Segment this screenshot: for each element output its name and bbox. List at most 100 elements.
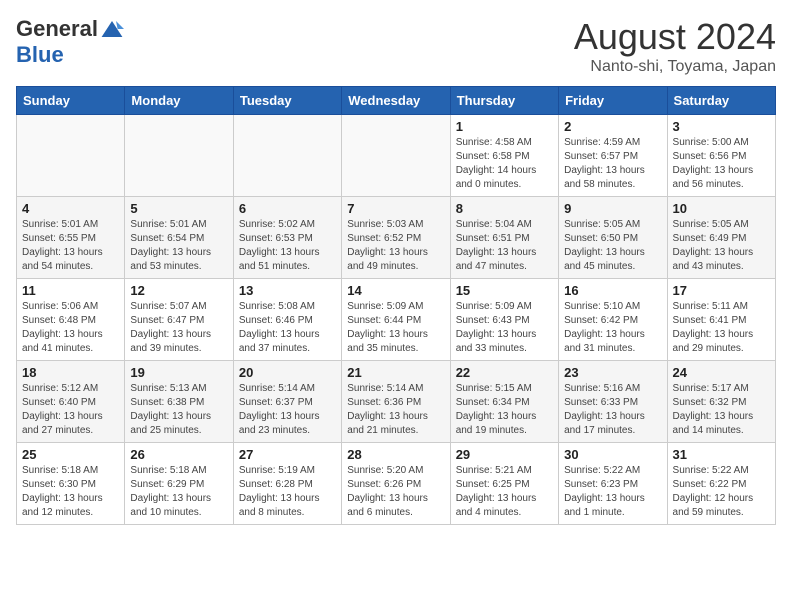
calendar-cell: 3 Sunrise: 5:00 AM Sunset: 6:56 PM Daylig…	[667, 115, 775, 197]
calendar-cell: 27Sunrise: 5:19 AM Sunset: 6:28 PM Dayli…	[233, 443, 341, 525]
calendar-cell: 9 Sunrise: 5:05 AM Sunset: 6:50 PM Daylig…	[559, 197, 667, 279]
day-detail: Sunrise: 5:04 AM Sunset: 6:51 PM Dayligh…	[456, 218, 553, 274]
weekday-header-saturday: Saturday	[667, 87, 775, 115]
day-number: 22	[456, 365, 553, 380]
day-detail: Sunrise: 5:03 AM Sunset: 6:52 PM Dayligh…	[347, 218, 444, 274]
calendar-week-row: 25 Sunrise: 5:18 AM Sunset: 6:30 PM Dayli…	[17, 443, 776, 525]
day-detail: Sunrise: 5:15 AM Sunset: 6:34 PM Dayligh…	[456, 382, 553, 438]
day-detail: Sunrise: 5:20 AM Sunset: 6:26 PM Dayligh…	[347, 464, 444, 520]
calendar-cell: 24 Sunrise: 5:17 AM Sunset: 6:32 PM Dayli…	[667, 361, 775, 443]
header: General Blue August 2024 Nanto-shi, Toya…	[16, 16, 776, 76]
day-number: 16	[564, 283, 661, 298]
logo-icon	[100, 17, 124, 41]
calendar-week-row: 4 Sunrise: 5:01 AM Sunset: 6:55 PM Daylig…	[17, 197, 776, 279]
day-detail: Sunrise: 5:09 AM Sunset: 6:43 PM Dayligh…	[456, 300, 553, 356]
day-number: 11	[22, 283, 119, 298]
day-number: 24	[673, 365, 770, 380]
calendar-cell: 4 Sunrise: 5:01 AM Sunset: 6:55 PM Daylig…	[17, 197, 125, 279]
calendar-cell: 26Sunrise: 5:18 AM Sunset: 6:29 PM Dayli…	[125, 443, 233, 525]
day-detail: Sunrise: 5:06 AM Sunset: 6:48 PM Dayligh…	[22, 300, 119, 356]
day-detail: Sunrise: 5:09 AM Sunset: 6:44 PM Dayligh…	[347, 300, 444, 356]
calendar-cell: 29 Sunrise: 5:21 AM Sunset: 6:25 PM Dayli…	[450, 443, 558, 525]
day-detail: Sunrise: 5:00 AM Sunset: 6:56 PM Dayligh…	[673, 136, 770, 192]
day-detail: Sunrise: 5:08 AM Sunset: 6:46 PM Dayligh…	[239, 300, 336, 356]
calendar-cell: 30Sunrise: 5:22 AM Sunset: 6:23 PM Dayli…	[559, 443, 667, 525]
logo-blue-text: Blue	[16, 42, 64, 67]
calendar-cell: 2 Sunrise: 4:59 AM Sunset: 6:57 PM Daylig…	[559, 115, 667, 197]
day-detail: Sunrise: 5:01 AM Sunset: 6:54 PM Dayligh…	[130, 218, 227, 274]
day-detail: Sunrise: 4:59 AM Sunset: 6:57 PM Dayligh…	[564, 136, 661, 192]
day-number: 5	[130, 201, 227, 216]
calendar-cell: 16Sunrise: 5:10 AM Sunset: 6:42 PM Dayli…	[559, 279, 667, 361]
calendar-cell	[125, 115, 233, 197]
day-detail: Sunrise: 5:05 AM Sunset: 6:49 PM Dayligh…	[673, 218, 770, 274]
day-number: 9	[564, 201, 661, 216]
day-detail: Sunrise: 5:16 AM Sunset: 6:33 PM Dayligh…	[564, 382, 661, 438]
calendar-cell: 18Sunrise: 5:12 AM Sunset: 6:40 PM Dayli…	[17, 361, 125, 443]
day-number: 28	[347, 447, 444, 462]
calendar-cell: 5 Sunrise: 5:01 AM Sunset: 6:54 PM Daylig…	[125, 197, 233, 279]
day-number: 17	[673, 283, 770, 298]
calendar-cell: 1 Sunrise: 4:58 AM Sunset: 6:58 PM Daylig…	[450, 115, 558, 197]
calendar-cell: 11 Sunrise: 5:06 AM Sunset: 6:48 PM Dayli…	[17, 279, 125, 361]
calendar-cell: 10 Sunrise: 5:05 AM Sunset: 6:49 PM Dayli…	[667, 197, 775, 279]
day-detail: Sunrise: 5:05 AM Sunset: 6:50 PM Dayligh…	[564, 218, 661, 274]
calendar-cell: 13 Sunrise: 5:08 AM Sunset: 6:46 PM Dayli…	[233, 279, 341, 361]
day-detail: Sunrise: 5:01 AM Sunset: 6:55 PM Dayligh…	[22, 218, 119, 274]
day-number: 19	[130, 365, 227, 380]
day-number: 3	[673, 119, 770, 134]
calendar-cell: 12 Sunrise: 5:07 AM Sunset: 6:47 PM Dayli…	[125, 279, 233, 361]
day-number: 8	[456, 201, 553, 216]
day-number: 21	[347, 365, 444, 380]
calendar-cell: 7 Sunrise: 5:03 AM Sunset: 6:52 PM Daylig…	[342, 197, 450, 279]
calendar-cell	[233, 115, 341, 197]
calendar-cell: 17 Sunrise: 5:11 AM Sunset: 6:41 PM Dayli…	[667, 279, 775, 361]
day-detail: Sunrise: 5:18 AM Sunset: 6:30 PM Dayligh…	[22, 464, 119, 520]
calendar-cell: 20 Sunrise: 5:14 AM Sunset: 6:37 PM Dayli…	[233, 361, 341, 443]
day-detail: Sunrise: 5:21 AM Sunset: 6:25 PM Dayligh…	[456, 464, 553, 520]
calendar-cell: 15 Sunrise: 5:09 AM Sunset: 6:43 PM Dayli…	[450, 279, 558, 361]
calendar-cell: 23 Sunrise: 5:16 AM Sunset: 6:33 PM Dayli…	[559, 361, 667, 443]
weekday-header-sunday: Sunday	[17, 87, 125, 115]
day-number: 1	[456, 119, 553, 134]
day-detail: Sunrise: 5:14 AM Sunset: 6:37 PM Dayligh…	[239, 382, 336, 438]
day-detail: Sunrise: 5:22 AM Sunset: 6:22 PM Dayligh…	[673, 464, 770, 520]
calendar-cell: 21 Sunrise: 5:14 AM Sunset: 6:36 PM Dayli…	[342, 361, 450, 443]
calendar-week-row: 11 Sunrise: 5:06 AM Sunset: 6:48 PM Dayli…	[17, 279, 776, 361]
calendar-week-row: 18Sunrise: 5:12 AM Sunset: 6:40 PM Dayli…	[17, 361, 776, 443]
day-detail: Sunrise: 5:11 AM Sunset: 6:41 PM Dayligh…	[673, 300, 770, 356]
day-detail: Sunrise: 5:17 AM Sunset: 6:32 PM Dayligh…	[673, 382, 770, 438]
day-number: 27	[239, 447, 336, 462]
calendar-cell	[342, 115, 450, 197]
day-number: 26	[130, 447, 227, 462]
weekday-header-thursday: Thursday	[450, 87, 558, 115]
day-detail: Sunrise: 4:58 AM Sunset: 6:58 PM Dayligh…	[456, 136, 553, 192]
day-number: 20	[239, 365, 336, 380]
day-number: 14	[347, 283, 444, 298]
calendar-week-row: 1 Sunrise: 4:58 AM Sunset: 6:58 PM Daylig…	[17, 115, 776, 197]
calendar-cell: 22 Sunrise: 5:15 AM Sunset: 6:34 PM Dayli…	[450, 361, 558, 443]
location-subtitle: Nanto-shi, Toyama, Japan	[574, 58, 776, 76]
day-detail: Sunrise: 5:02 AM Sunset: 6:53 PM Dayligh…	[239, 218, 336, 274]
day-number: 29	[456, 447, 553, 462]
day-detail: Sunrise: 5:12 AM Sunset: 6:40 PM Dayligh…	[22, 382, 119, 438]
day-detail: Sunrise: 5:14 AM Sunset: 6:36 PM Dayligh…	[347, 382, 444, 438]
day-number: 25	[22, 447, 119, 462]
day-number: 23	[564, 365, 661, 380]
calendar-cell: 31 Sunrise: 5:22 AM Sunset: 6:22 PM Dayli…	[667, 443, 775, 525]
day-number: 7	[347, 201, 444, 216]
day-number: 13	[239, 283, 336, 298]
day-number: 31	[673, 447, 770, 462]
title-area: August 2024 Nanto-shi, Toyama, Japan	[574, 16, 776, 76]
weekday-header-wednesday: Wednesday	[342, 87, 450, 115]
weekday-header-friday: Friday	[559, 87, 667, 115]
day-number: 2	[564, 119, 661, 134]
calendar-cell: 6Sunrise: 5:02 AM Sunset: 6:53 PM Daylig…	[233, 197, 341, 279]
day-number: 10	[673, 201, 770, 216]
logo: General Blue	[16, 16, 124, 68]
day-number: 15	[456, 283, 553, 298]
day-detail: Sunrise: 5:07 AM Sunset: 6:47 PM Dayligh…	[130, 300, 227, 356]
day-number: 4	[22, 201, 119, 216]
day-number: 12	[130, 283, 227, 298]
calendar-cell: 28 Sunrise: 5:20 AM Sunset: 6:26 PM Dayli…	[342, 443, 450, 525]
